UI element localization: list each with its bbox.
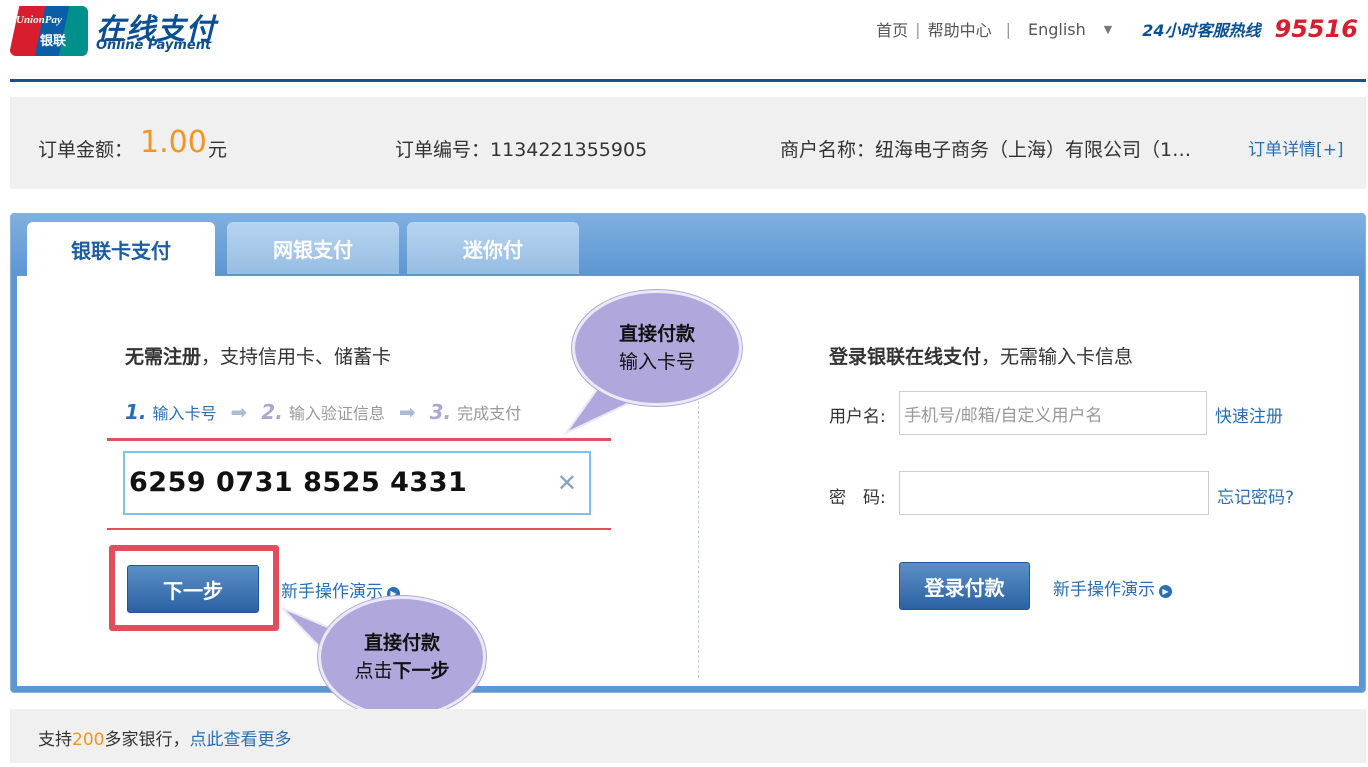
nav-separator: | xyxy=(915,19,921,39)
tab-mini-pay[interactable]: 迷你付 xyxy=(407,222,579,274)
order-amount-unit: 元 xyxy=(208,139,228,161)
card-number-input[interactable]: 6259 0731 8525 4331 ✕ xyxy=(123,451,591,515)
username-input[interactable]: 手机号/邮箱/自定义用户名 xyxy=(899,391,1207,435)
payment-panel: 银联卡支付 网银支付 迷你付 无需注册，支持信用卡、储蓄卡 1. 输入卡号 ➡ … xyxy=(10,213,1366,693)
nav-help-link[interactable]: 帮助中心 xyxy=(928,17,992,41)
card-pay-title-rest: ，支持信用卡、储蓄卡 xyxy=(201,346,392,368)
card-pay-title-bold: 无需注册 xyxy=(125,346,202,368)
password-input[interactable] xyxy=(899,471,1209,515)
callout-click-next: 直接付款 点击下一步 xyxy=(318,596,486,718)
site-subtitle: Online Payment xyxy=(96,38,212,53)
callout-bottom-line2: 点击下一步 xyxy=(354,657,449,685)
username-label: 用户名: xyxy=(829,407,886,427)
login-demo-label: 新手操作演示 xyxy=(1053,580,1155,600)
step-2-label: 输入验证信息 xyxy=(288,404,385,423)
unionpay-logo[interactable]: UnionPay 银联 xyxy=(10,6,88,56)
language-selector[interactable]: English xyxy=(1028,20,1086,39)
quick-register-link[interactable]: 快速注册 xyxy=(1215,402,1283,427)
play-icon: ▶ xyxy=(1159,585,1172,598)
next-step-button[interactable]: 下一步 xyxy=(127,565,259,613)
merchant-name: 商户名称：纽海电子商务（上海）有限公司（1… xyxy=(780,135,1191,162)
tab-online-banking[interactable]: 网银支付 xyxy=(227,222,399,274)
arrow-right-icon: ➡ xyxy=(230,400,248,424)
login-pay-title: 登录银联在线支付，无需输入卡信息 xyxy=(829,342,1133,369)
bank-support-bar: 支持200多家银行，点此查看更多 xyxy=(10,709,1366,763)
highlight-line-top xyxy=(107,438,611,441)
forgot-password-link[interactable]: 忘记密码? xyxy=(1217,483,1294,508)
logo-text-top: UnionPay xyxy=(16,14,62,26)
logo-text-bottom: 银联 xyxy=(40,34,67,49)
bank-support-prefix: 支持 xyxy=(38,730,72,750)
nav-separator: | xyxy=(1005,19,1011,39)
login-pay-title-bold: 登录银联在线支付 xyxy=(829,346,982,368)
login-pay-button[interactable]: 登录付款 xyxy=(899,562,1030,610)
top-nav: 首页 | 帮助中心 | English ▼ 24小时客服热线 95516 xyxy=(876,15,1359,43)
tab-unionpay-card[interactable]: 银联卡支付 xyxy=(27,222,215,276)
login-demo-link[interactable]: 新手操作演示 ▶ xyxy=(1053,575,1172,600)
callout-top-line2: 输入卡号 xyxy=(618,351,695,373)
clear-icon[interactable]: ✕ xyxy=(557,469,577,497)
username-placeholder: 手机号/邮箱/自定义用户名 xyxy=(904,405,1103,426)
callout-enter-card: 直接付款 输入卡号 xyxy=(572,290,742,406)
password-label: 密 码: xyxy=(829,488,886,508)
chevron-down-icon[interactable]: ▼ xyxy=(1104,23,1112,36)
order-number-label: 订单编号： xyxy=(395,139,491,161)
step-3-number: 3. xyxy=(429,400,452,424)
card-pay-title: 无需注册，支持信用卡、储蓄卡 xyxy=(125,342,391,369)
highlight-line-bottom xyxy=(107,528,611,530)
order-amount-label: 订单金额： xyxy=(38,139,134,161)
bank-count: 200 xyxy=(72,730,105,750)
order-amount: 1.00 xyxy=(140,125,207,160)
order-details-link[interactable]: 订单详情[+] xyxy=(1248,135,1344,160)
bank-support-suffix: 多家银行， xyxy=(104,730,190,750)
order-number: 订单编号：1134221355905 xyxy=(395,135,647,162)
callout-bottom-prefix: 点击 xyxy=(354,660,393,682)
callout-top-line1: 直接付款 xyxy=(618,323,695,345)
header: UnionPay 银联 在线支付 Online Payment 首页 | 帮助中… xyxy=(0,0,1368,84)
header-divider xyxy=(10,79,1366,82)
nav-home-link[interactable]: 首页 xyxy=(876,17,908,41)
hotline-number: 95516 xyxy=(1274,15,1359,43)
step-1-number: 1. xyxy=(125,400,147,424)
bank-support-text: 支持200多家银行，点此查看更多 xyxy=(38,725,291,750)
arrow-right-icon: ➡ xyxy=(398,400,416,424)
callout-bottom-bold: 下一步 xyxy=(392,660,450,682)
view-more-banks-link[interactable]: 点此查看更多 xyxy=(189,730,291,750)
step-2-number: 2. xyxy=(261,400,283,424)
step-1-label: 输入卡号 xyxy=(152,404,217,423)
callout-bottom-line1: 直接付款 xyxy=(363,632,440,654)
order-summary: 订单金额： 1.00 元 订单编号：1134221355905 商户名称：纽海电… xyxy=(10,97,1366,189)
login-pay-title-rest: ，无需输入卡信息 xyxy=(981,346,1134,368)
hotline-label: 24小时客服热线 xyxy=(1142,21,1261,40)
merchant-value: 纽海电子商务（上海）有限公司（1… xyxy=(875,139,1192,161)
step-indicator: 1. 输入卡号 ➡ 2. 输入验证信息 ➡ 3. 完成支付 xyxy=(125,400,521,424)
card-demo-label: 新手操作演示 xyxy=(281,582,383,602)
order-number-value: 1134221355905 xyxy=(490,139,648,161)
card-number-value: 6259 0731 8525 4331 xyxy=(129,467,468,498)
merchant-label: 商户名称： xyxy=(780,139,876,161)
section-divider xyxy=(698,396,699,678)
step-3-label: 完成支付 xyxy=(457,404,522,423)
